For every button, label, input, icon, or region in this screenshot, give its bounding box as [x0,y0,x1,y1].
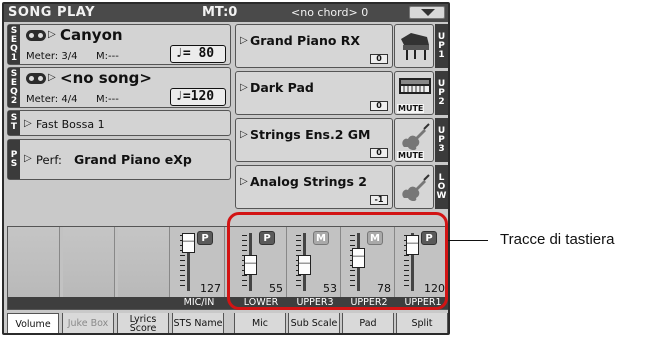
mode-title: SONG PLAY [8,5,96,20]
channel-label: MIC/IN [183,297,215,308]
style-tag: ST [8,111,20,135]
page-menu-button[interactable] [409,6,445,19]
play-status-icon[interactable]: P [197,231,213,245]
track-upper2[interactable]: ▷ Dark Pad 0 [235,71,393,115]
seq2-song-name: <no song> [60,69,152,87]
upper1-tag: UP1 [435,24,448,68]
synth-keyboard-icon [399,78,431,94]
fader-knob[interactable] [182,233,195,253]
octave-indicator: 0 [370,54,388,64]
mute-indicator: MUTE [397,151,425,160]
tab-mic[interactable]: Mic [234,313,286,333]
disk-icon [26,30,46,41]
style-name: Fast Bossa 1 [36,118,105,131]
callout-leader-line [448,240,488,241]
track-lower-icon[interactable] [394,165,434,209]
play-icon: ▷ [48,29,56,40]
track-upper2-icon[interactable]: MUTE [394,71,434,115]
track-name: Strings Ens.2 GM [250,127,371,142]
play-icon: ▷ [240,82,248,93]
seq1-tempo[interactable]: ♩= 80 [170,45,226,63]
upper2-tag: UP2 [435,71,448,115]
track-upper3[interactable]: ▷ Strings Ens.2 GM 0 [235,118,393,162]
upper3-tag: UP3 [435,118,448,162]
track-name: Analog Strings 2 [250,174,367,189]
style-panel[interactable]: ST ▷ Fast Bossa 1 [7,110,231,136]
channel-strip-empty [118,227,170,297]
channel-strip-empty [63,227,115,297]
seq1-tag: SEQ1 [8,25,20,64]
channel-strip-empty [8,227,60,297]
seq1-measure: M:--- [96,51,119,62]
track-name: Dark Pad [250,80,314,95]
play-icon: ▷ [240,129,248,140]
octave-indicator: -1 [370,195,388,205]
seq2-measure: M:--- [96,94,119,105]
violin-icon [402,174,430,201]
seq2-meter: Meter: 4/4 [26,94,78,105]
seq2-tempo[interactable]: ♩=120 [170,88,226,106]
tab-volume[interactable]: Volume [7,313,59,333]
channel-volume: 127 [200,282,221,295]
tab-split[interactable]: Split [396,313,448,333]
callout-label: Tracce di tastiera [500,231,615,248]
grand-piano-icon [401,33,429,60]
octave-indicator: 0 [370,148,388,158]
tab-lyrics-score[interactable]: Lyrics Score [117,313,169,333]
play-icon: ▷ [48,72,56,83]
track-lower[interactable]: ▷ Analog Strings 2 -1 [235,165,393,209]
track-name: Grand Piano RX [250,33,361,48]
track-upper1[interactable]: ▷ Grand Piano RX 0 [235,24,393,68]
seq1-panel[interactable]: SEQ1 ▷ Canyon Meter: 3/4 M:--- ♩= 80 [7,24,231,65]
title-bar: SONG PLAY MT:0 <no chord> 0 [4,4,448,22]
play-icon: ▷ [240,35,248,46]
tab-juke-box[interactable]: Juke Box [62,313,114,333]
octave-indicator: 0 [370,101,388,111]
channel-strip-mic-in[interactable]: P 127 [173,227,225,297]
performance-label: Perf: [36,153,62,167]
track-upper3-icon[interactable]: MUTE [394,118,434,162]
master-transpose: MT:0 [202,5,238,20]
disk-icon [26,73,46,84]
tab-sts-name[interactable]: STS Name [172,313,224,333]
mute-indicator: MUTE [397,104,425,113]
seq2-tag: SEQ2 [8,68,20,107]
tab-pad[interactable]: Pad [342,313,394,333]
seq2-panel[interactable]: SEQ2 ▷ <no song> Meter: 4/4 M:--- ♩=120 [7,67,231,108]
lower-tag: LOW [435,165,448,209]
play-icon: ▷ [240,176,248,187]
play-icon: ▷ [24,118,32,129]
performance-name: Grand Piano eXp [74,152,192,167]
seq1-song-name: Canyon [60,26,123,44]
keyboard-tracks-highlight [227,212,448,310]
tab-bar: Volume Juke Box Lyrics Score STS Name Mi… [7,313,448,333]
triangle-down-icon [421,9,435,16]
performance-panel[interactable]: PS ▷ Perf: Grand Piano eXp [7,139,231,180]
performance-tag: PS [8,140,20,179]
chord-display: <no chord> 0 [291,6,369,19]
seq1-meter: Meter: 3/4 [26,51,78,62]
violin-icon [402,123,430,150]
tab-sub-scale[interactable]: Sub Scale [288,313,340,333]
play-icon: ▷ [24,153,32,164]
track-upper1-icon[interactable] [394,24,434,68]
